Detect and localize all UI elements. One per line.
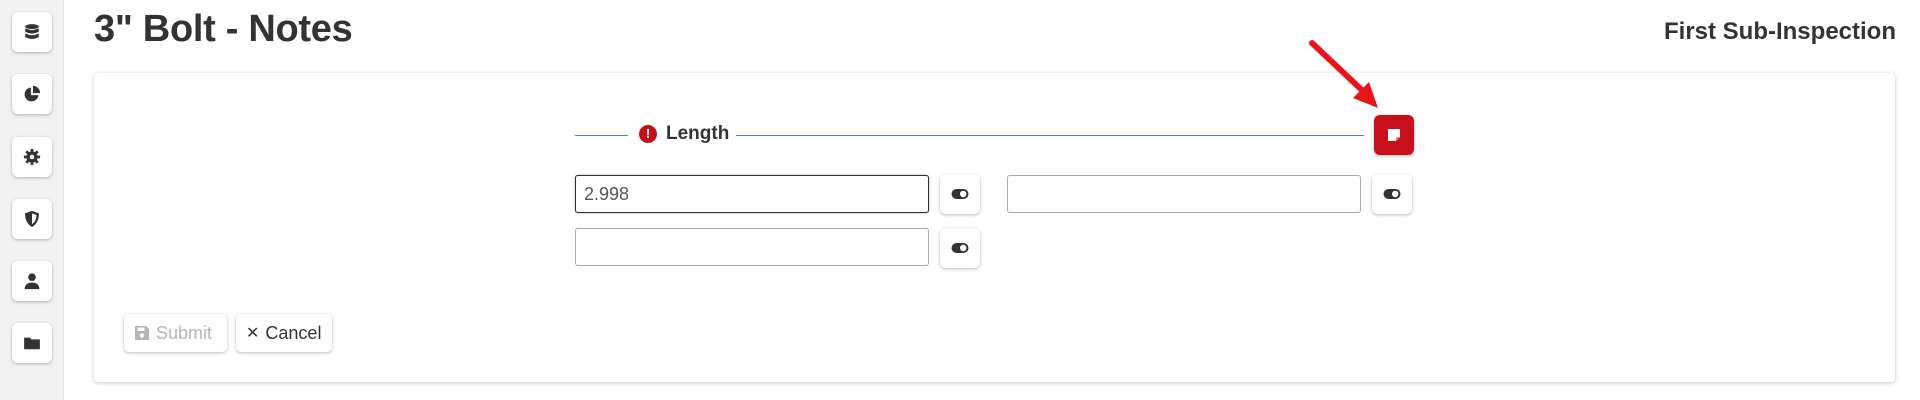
cancel-button[interactable]: ✕ Cancel: [236, 314, 332, 352]
sidebar-item-database[interactable]: [12, 12, 52, 52]
sidebar-item-settings[interactable]: [12, 137, 52, 177]
page-subtitle: First Sub-Inspection: [1663, 18, 1896, 45]
inspection-card: ! Length Submit: [94, 73, 1895, 382]
length-field-1[interactable]: [575, 175, 929, 213]
sidebar-item-reports[interactable]: [12, 74, 52, 114]
toggle-button-3[interactable]: [940, 228, 980, 268]
error-icon: !: [639, 125, 657, 143]
save-icon: [135, 326, 149, 340]
toggle-icon: [951, 243, 969, 253]
folder-icon: [24, 337, 40, 350]
toggle-icon: [951, 189, 969, 199]
page-title: 3" Bolt - Notes: [94, 8, 353, 50]
database-icon: [25, 24, 39, 39]
close-icon: ✕: [246, 325, 260, 342]
sticky-note-icon: [1388, 129, 1400, 141]
length-field-3[interactable]: [575, 228, 929, 266]
submit-label: Submit: [156, 322, 213, 343]
annotation-arrow: [1309, 40, 1378, 108]
length-field-2[interactable]: [1007, 175, 1361, 213]
section-divider-right: [736, 135, 1364, 136]
toggle-button-2[interactable]: [1372, 174, 1412, 214]
section-label: Length: [666, 123, 730, 144]
add-note-button[interactable]: [1374, 115, 1414, 155]
toggle-icon: [1383, 189, 1401, 199]
sidebar: [0, 0, 64, 400]
section-divider-left: [575, 135, 628, 136]
sidebar-item-security[interactable]: [12, 199, 52, 239]
toggle-button-1[interactable]: [940, 174, 980, 214]
submit-button[interactable]: Submit: [124, 314, 227, 352]
pie-chart-icon: [24, 85, 41, 102]
shield-icon: [25, 210, 39, 228]
user-icon: [24, 273, 40, 290]
sidebar-item-files[interactable]: [12, 323, 52, 363]
sidebar-item-users[interactable]: [12, 261, 52, 301]
gear-icon: [23, 148, 41, 166]
cancel-label: Cancel: [265, 322, 322, 343]
